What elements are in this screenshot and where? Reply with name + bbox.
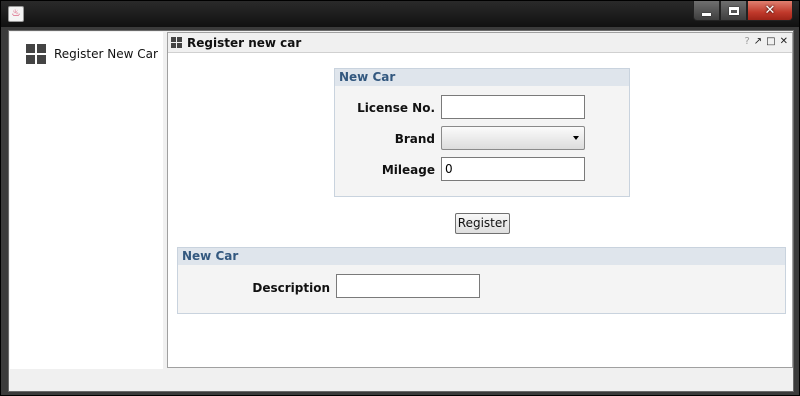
chevron-down-icon [573, 136, 579, 140]
detach-icon[interactable]: ↗ [754, 36, 762, 47]
title-bar[interactable]: ♨ ✕ [1, 1, 799, 27]
new-car-group: New Car License No. Brand Mileage [334, 68, 630, 197]
panel-header: Register new car ? ↗ □ ✕ [168, 33, 792, 53]
client-area: Register New Car Register new car ? ↗ □ … [8, 30, 794, 392]
register-car-panel: Register new car ? ↗ □ ✕ New Car License… [167, 32, 793, 368]
sidebar-item-label: Register New Car [54, 47, 158, 61]
close-icon: ✕ [764, 3, 776, 18]
panel-maximize-icon[interactable]: □ [766, 36, 775, 47]
description-label: Description [252, 281, 330, 295]
panel-header-tools: ? ↗ □ ✕ [744, 36, 788, 47]
description-group: New Car Description [177, 247, 786, 314]
panel-close-icon[interactable]: ✕ [780, 36, 788, 47]
grid-icon [26, 44, 46, 64]
brand-label: Brand [394, 132, 435, 146]
register-button[interactable]: Register [455, 213, 510, 234]
license-input[interactable] [441, 95, 585, 119]
sidebar-item-register-new-car[interactable]: Register New Car [26, 44, 158, 64]
grid-icon [171, 37, 182, 48]
mileage-input[interactable] [441, 157, 585, 181]
minimize-icon [702, 12, 711, 16]
mileage-label: Mileage [381, 163, 435, 177]
sidebar: Register New Car [10, 32, 163, 369]
maximize-button[interactable] [720, 1, 747, 21]
app-window: ♨ ✕ Register New Car Register new car ? … [0, 0, 800, 396]
minimize-button[interactable] [693, 1, 720, 21]
license-label: License No. [357, 101, 435, 115]
help-icon[interactable]: ? [744, 36, 749, 47]
group-title: New Car [335, 69, 629, 86]
close-button[interactable]: ✕ [747, 1, 793, 21]
java-icon[interactable]: ♨ [8, 6, 24, 22]
group-title: New Car [178, 248, 785, 265]
maximize-icon [728, 6, 739, 15]
panel-title: Register new car [187, 36, 302, 50]
status-bar [9, 370, 793, 391]
description-input[interactable] [336, 274, 480, 298]
brand-select[interactable] [441, 126, 585, 150]
